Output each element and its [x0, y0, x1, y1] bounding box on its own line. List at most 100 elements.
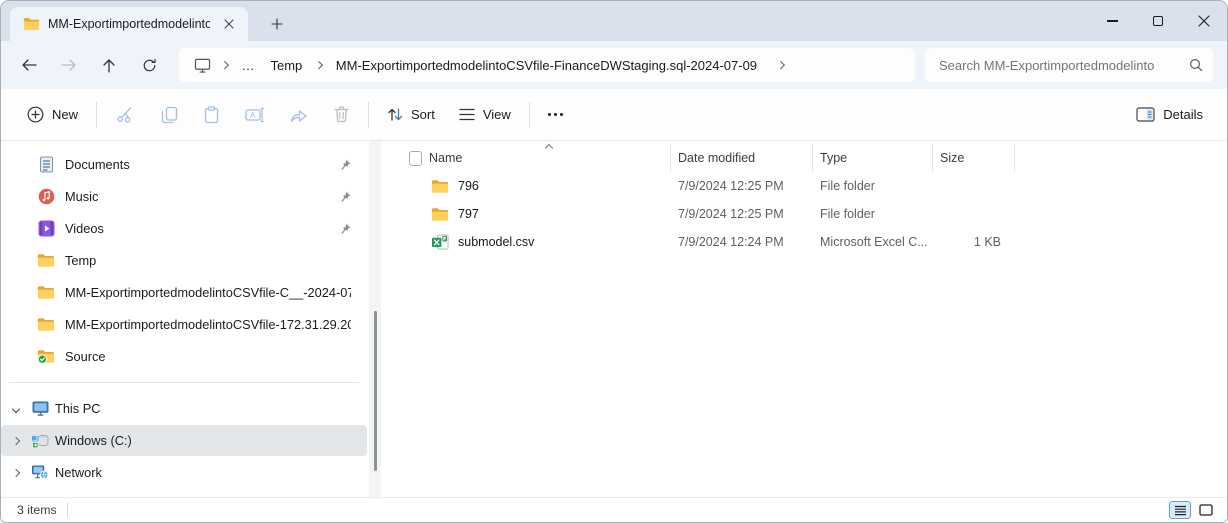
rename-icon: A [245, 107, 264, 123]
forward-button[interactable] [51, 48, 87, 82]
sidebar-item-label: Videos [65, 221, 329, 236]
breadcrumb-collapsed[interactable]: … [235, 55, 262, 76]
column-header-name-label: Name [429, 151, 462, 165]
pin-icon [339, 191, 351, 203]
view-button[interactable]: View [447, 99, 523, 130]
sidebar-item[interactable]: Temp [1, 245, 365, 276]
folder-icon [431, 179, 449, 194]
back-button[interactable] [11, 48, 47, 82]
maximize-icon [1153, 16, 1163, 26]
excel-csv-icon: a [431, 234, 449, 250]
details-view-icon [1174, 505, 1187, 516]
forward-arrow-icon [61, 58, 77, 72]
item-count: 3 items [17, 503, 57, 517]
folder-icon [37, 317, 55, 332]
plus-circle-icon [27, 106, 44, 123]
column-header-size[interactable]: Size [933, 144, 1015, 172]
search-input[interactable] [939, 58, 1183, 73]
column-header-type-label: Type [820, 151, 847, 165]
new-tab-button[interactable] [262, 10, 292, 38]
close-button[interactable] [1181, 1, 1227, 41]
videos-icon [38, 220, 55, 237]
file-row[interactable]: a submodel.csv 7/9/2024 12:24 PM Microso… [396, 228, 1227, 256]
paste-icon [204, 106, 219, 124]
large-icons-view-toggle[interactable] [1195, 501, 1217, 519]
search-box[interactable] [925, 48, 1213, 82]
sidebar-item[interactable]: Source [1, 341, 365, 372]
select-all-checkbox-cell[interactable] [396, 144, 422, 172]
large-icons-view-icon [1199, 504, 1213, 516]
column-header-date-modified[interactable]: Date modified [671, 144, 813, 172]
file-list-pane: Name Date modified Type Size [383, 141, 1227, 497]
file-row[interactable]: 796 7/9/2024 12:25 PM File folder [396, 172, 1227, 200]
refresh-button[interactable] [131, 48, 167, 82]
file-type: Microsoft Excel C... [813, 235, 933, 249]
sidebar-scrollbar-thumb[interactable] [374, 311, 377, 471]
select-all-checkbox[interactable] [409, 151, 422, 166]
column-header-size-label: Size [940, 151, 964, 165]
column-header-name[interactable]: Name [422, 144, 671, 172]
sidebar-tree-list: This PC Windows (C:) [1, 393, 383, 488]
see-more-button[interactable] [536, 105, 575, 124]
details-pane-button[interactable]: Details [1126, 99, 1213, 130]
sidebar-scrollbar-track[interactable] [369, 141, 381, 497]
file-list-header: Name Date modified Type Size [396, 144, 1227, 172]
sort-button[interactable]: Sort [375, 99, 447, 130]
file-date-modified: 7/9/2024 12:25 PM [671, 207, 813, 221]
details-view-toggle[interactable] [1169, 501, 1191, 519]
status-bar: 3 items [1, 497, 1227, 522]
cut-button[interactable] [103, 98, 148, 131]
file-type: File folder [813, 179, 933, 193]
sidebar-item-label: Music [65, 189, 329, 204]
breadcrumb-item-current[interactable]: MM-ExportimportedmodelintoCSVfile-Financ… [329, 55, 764, 76]
sidebar-tree-label: Windows (C:) [55, 433, 132, 448]
breadcrumb-item-temp[interactable]: Temp [264, 55, 310, 76]
sidebar-item[interactable]: Documents [1, 149, 365, 180]
sidebar-item[interactable]: MM-ExportimportedmodelintoCSVfile-172.31… [1, 309, 365, 340]
chevron-right-icon [13, 470, 23, 476]
share-icon [290, 106, 308, 123]
file-row[interactable]: 797 7/9/2024 12:25 PM File folder [396, 200, 1227, 228]
minimize-button[interactable] [1089, 1, 1135, 41]
copy-button[interactable] [148, 98, 191, 132]
sidebar-item[interactable]: Videos [1, 213, 365, 244]
this-pc-monitor-icon[interactable] [193, 56, 211, 74]
sidebar-tree-item[interactable]: Network [1, 457, 365, 488]
sidebar-item-label: Documents [65, 157, 329, 172]
tab-close-icon[interactable] [218, 13, 240, 35]
cut-icon [116, 106, 135, 123]
sidebar-item-label: Source [65, 349, 351, 364]
column-header-type[interactable]: Type [813, 144, 933, 172]
window-controls [1089, 1, 1227, 41]
network-icon [31, 465, 49, 480]
sidebar-tree-item[interactable]: This PC [1, 393, 365, 424]
refresh-icon [142, 58, 157, 73]
breadcrumb[interactable]: … Temp MM-ExportimportedmodelintoCSVfile… [179, 48, 915, 82]
file-name: 797 [458, 207, 479, 221]
new-button-label: New [52, 107, 78, 122]
delete-button[interactable] [321, 98, 362, 131]
windows-drive-icon [31, 433, 49, 449]
command-toolbar: New A Sort View [1, 89, 1227, 141]
toolbar-separator [529, 102, 530, 128]
view-button-label: View [483, 107, 511, 122]
sidebar-item[interactable]: Music [1, 181, 365, 212]
view-icon [459, 108, 475, 121]
toolbar-separator [368, 102, 369, 128]
up-button[interactable] [91, 48, 127, 82]
search-icon [1189, 58, 1203, 72]
share-button[interactable] [277, 98, 321, 131]
status-separator [67, 503, 68, 517]
paste-button[interactable] [191, 98, 232, 132]
explorer-tab[interactable]: MM-Exportimportedmodelinto [10, 7, 248, 41]
chevron-right-icon [13, 438, 23, 444]
file-name: 796 [458, 179, 479, 193]
sidebar-tree-item[interactable]: Windows (C:) [1, 425, 367, 456]
maximize-button[interactable] [1135, 1, 1181, 41]
sidebar-tree-label: Network [55, 465, 102, 480]
rename-button[interactable]: A [232, 99, 277, 131]
delete-icon [334, 106, 349, 123]
file-name: submodel.csv [458, 235, 534, 249]
new-button[interactable]: New [15, 98, 90, 131]
sidebar-item[interactable]: MM-ExportimportedmodelintoCSVfile-C__-20… [1, 277, 365, 308]
